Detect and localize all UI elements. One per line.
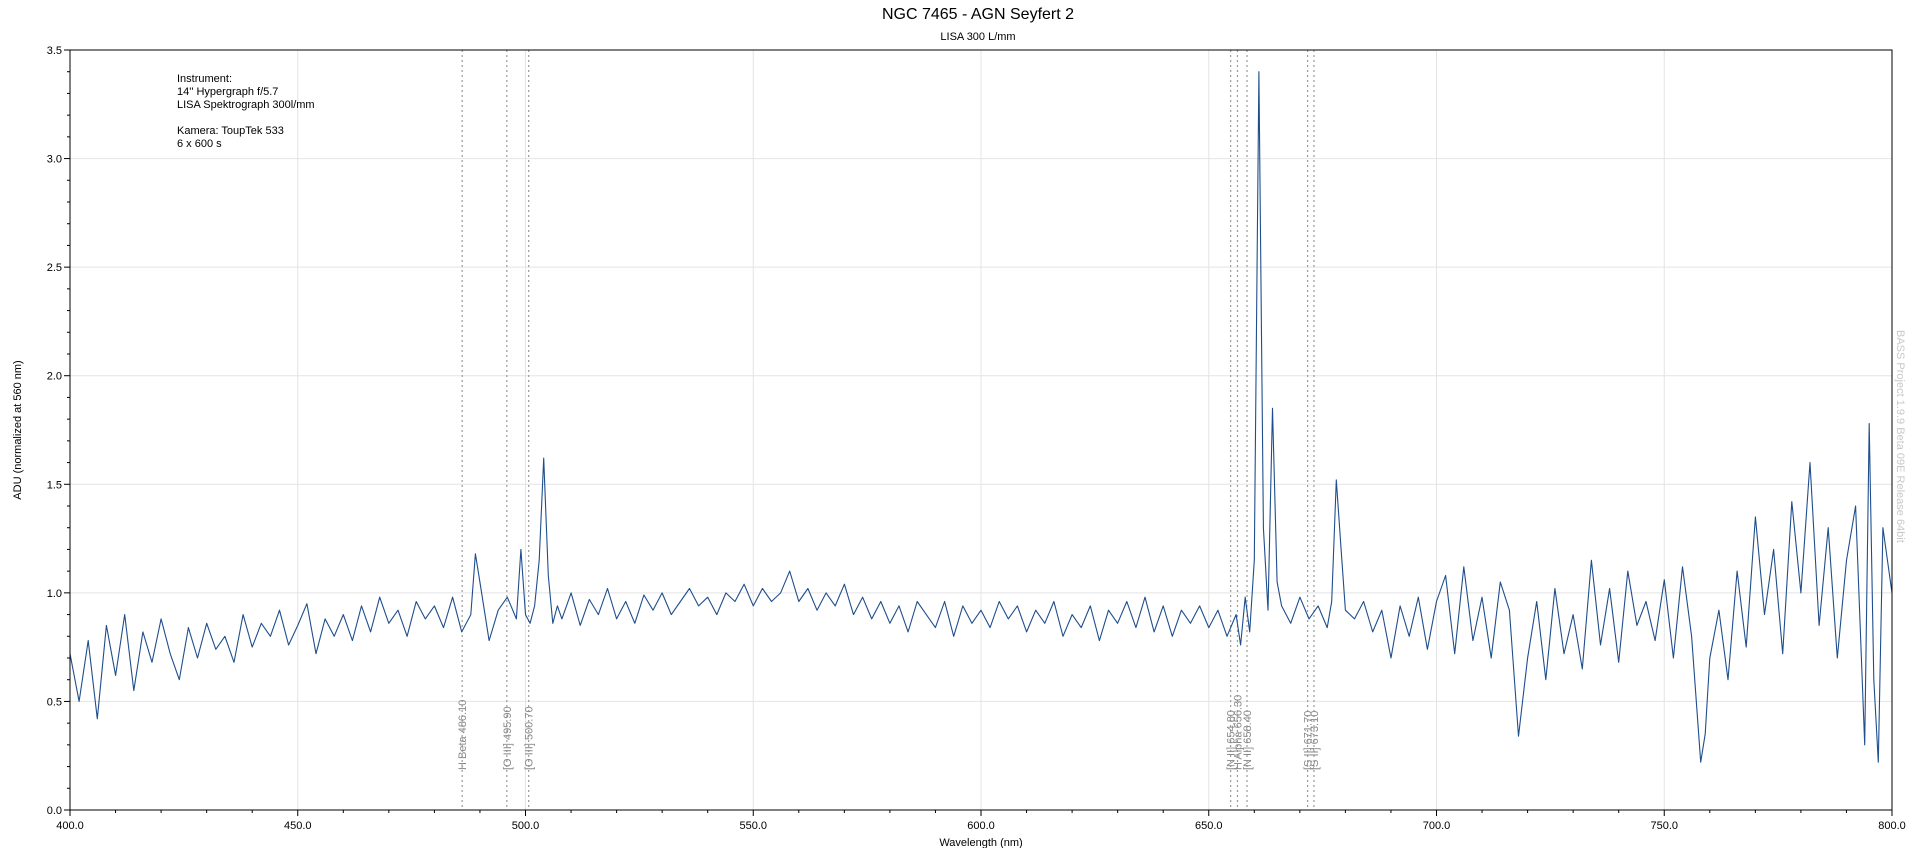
reference-line-label-5: [N II] 658.40 [1242,710,1254,770]
y-tick-label-2: 1.0 [47,588,62,600]
chart-title: NGC 7465 - AGN Seyfert 2 [882,6,1074,23]
reference-line-label-2: [O III] 500.70 [524,706,536,770]
software-watermark: BASS Project 1.9.9 Beta 09E Release 64bi… [1894,330,1906,543]
instrument-annotation: Instrument:14'' Hypergraph f/5.7LISA Spe… [177,73,315,150]
annotation-line-5: 6 x 600 s [177,138,222,150]
y-tick-label-5: 2.5 [47,262,62,274]
reference-lines: H Beta 486.10 [O III] 495.90 [O III] 500.7… [457,50,1321,810]
x-tick-label-1: 450.0 [284,820,312,832]
annotation-line-0: Instrument: [177,73,232,85]
y-tick-label-3: 1.5 [47,479,62,491]
y-tick-label-7: 3.5 [47,45,62,57]
annotation-line-1: 14'' Hypergraph f/5.7 [177,86,278,98]
y-tick-label-1: 0.5 [47,696,62,708]
reference-line-label-7: [S II] 673.10 [1309,711,1321,770]
y-tick-label-6: 3.0 [47,154,62,166]
x-axis-label: Wavelength (nm) [939,837,1022,848]
grid-lines [69,49,1893,811]
x-tick-label-3: 550.0 [739,820,767,832]
x-axis-ticks: 400.0 450.0 500.0 550.0 600.0 650.0 700.0 750.0… [56,810,1906,832]
x-tick-label-5: 650.0 [1195,820,1223,832]
x-tick-label-4: 600.0 [967,820,995,832]
x-tick-label-2: 500.0 [512,820,540,832]
annotation-line-2: LISA Spektrograph 300l/mm [177,99,315,111]
y-axis-label: ADU (normalized at 560 nm) [12,360,24,499]
y-axis-ticks: 0.0 0.5 1.0 1.5 2.0 2.5 3.0 3.5 [47,45,70,817]
reference-line-label-0: H Beta 486.10 [457,700,469,770]
chart-subtitle: LISA 300 L/mm [940,31,1015,43]
x-tick-label-0: 400.0 [56,820,84,832]
x-tick-label-8: 800.0 [1878,820,1906,832]
annotation-line-4: Kamera: ToupTek 533 [177,125,284,137]
y-tick-label-0: 0.0 [47,805,62,817]
y-tick-label-4: 2.0 [47,371,62,383]
spectrum-chart: NGC 7465 - AGN Seyfert 2 LISA 300 L/mm H… [12,6,1906,848]
reference-line-label-1: [O III] 495.90 [502,706,514,770]
x-tick-label-6: 700.0 [1423,820,1451,832]
x-tick-label-7: 750.0 [1650,820,1678,832]
